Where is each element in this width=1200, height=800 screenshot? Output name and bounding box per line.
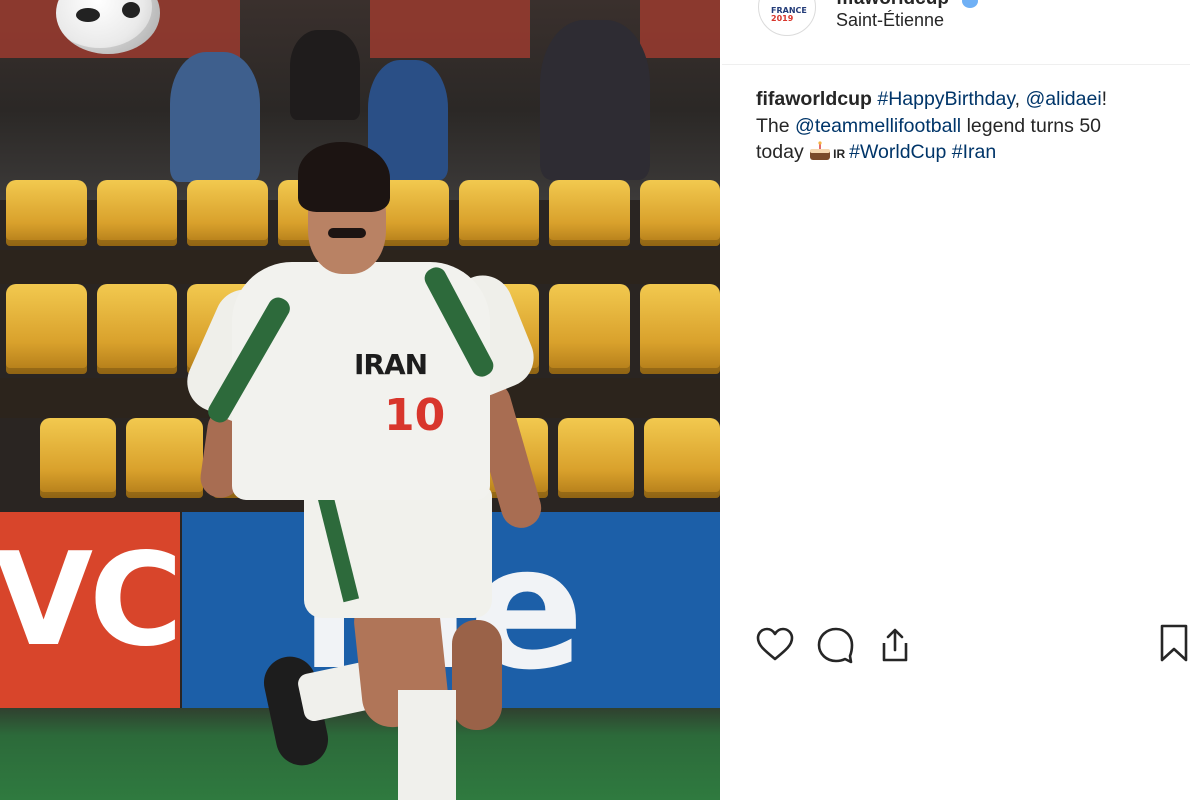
header-username[interactable]: fifaworldcup	[836, 0, 949, 10]
share-icon[interactable]	[876, 626, 914, 664]
bookmark-icon[interactable]	[1156, 624, 1194, 662]
caption-text: ,	[1014, 88, 1021, 110]
player-figure: IRAN 10	[0, 0, 720, 800]
caption-text: The	[756, 114, 790, 137]
mention-teammellifootball[interactable]: @teammellifootball	[795, 115, 961, 137]
heart-icon[interactable]	[756, 626, 794, 664]
post-location[interactable]: Saint-Étienne	[836, 10, 944, 31]
jersey-text: IRAN	[354, 348, 428, 381]
caption-username[interactable]: fifaworldcup	[756, 88, 872, 110]
caption-text: !	[1101, 88, 1108, 110]
caption-text: today	[756, 141, 804, 163]
avatar-logo: FRANCE 2019	[771, 6, 807, 23]
hashtag-worldcup[interactable]: #WorldCup	[849, 141, 946, 163]
cake-emoji-icon	[810, 141, 831, 160]
comment-icon[interactable]	[816, 626, 854, 664]
header-divider	[722, 64, 1190, 65]
post-photo[interactable]: VC ille IRAN 10	[0, 0, 720, 800]
hashtag-iran[interactable]: #Iran	[952, 141, 996, 163]
flag-ir-icon: IR	[833, 147, 846, 161]
jersey-number: 10	[384, 390, 446, 441]
mention-alidaei[interactable]: @alidaei	[1026, 88, 1102, 110]
hashtag-happybirthday[interactable]: #HappyBirthday	[877, 88, 1014, 110]
caption-text: legend turns 50	[966, 114, 1102, 137]
post-caption: fifaworldcup #HappyBirthday, @alidaei! T…	[756, 86, 1176, 168]
